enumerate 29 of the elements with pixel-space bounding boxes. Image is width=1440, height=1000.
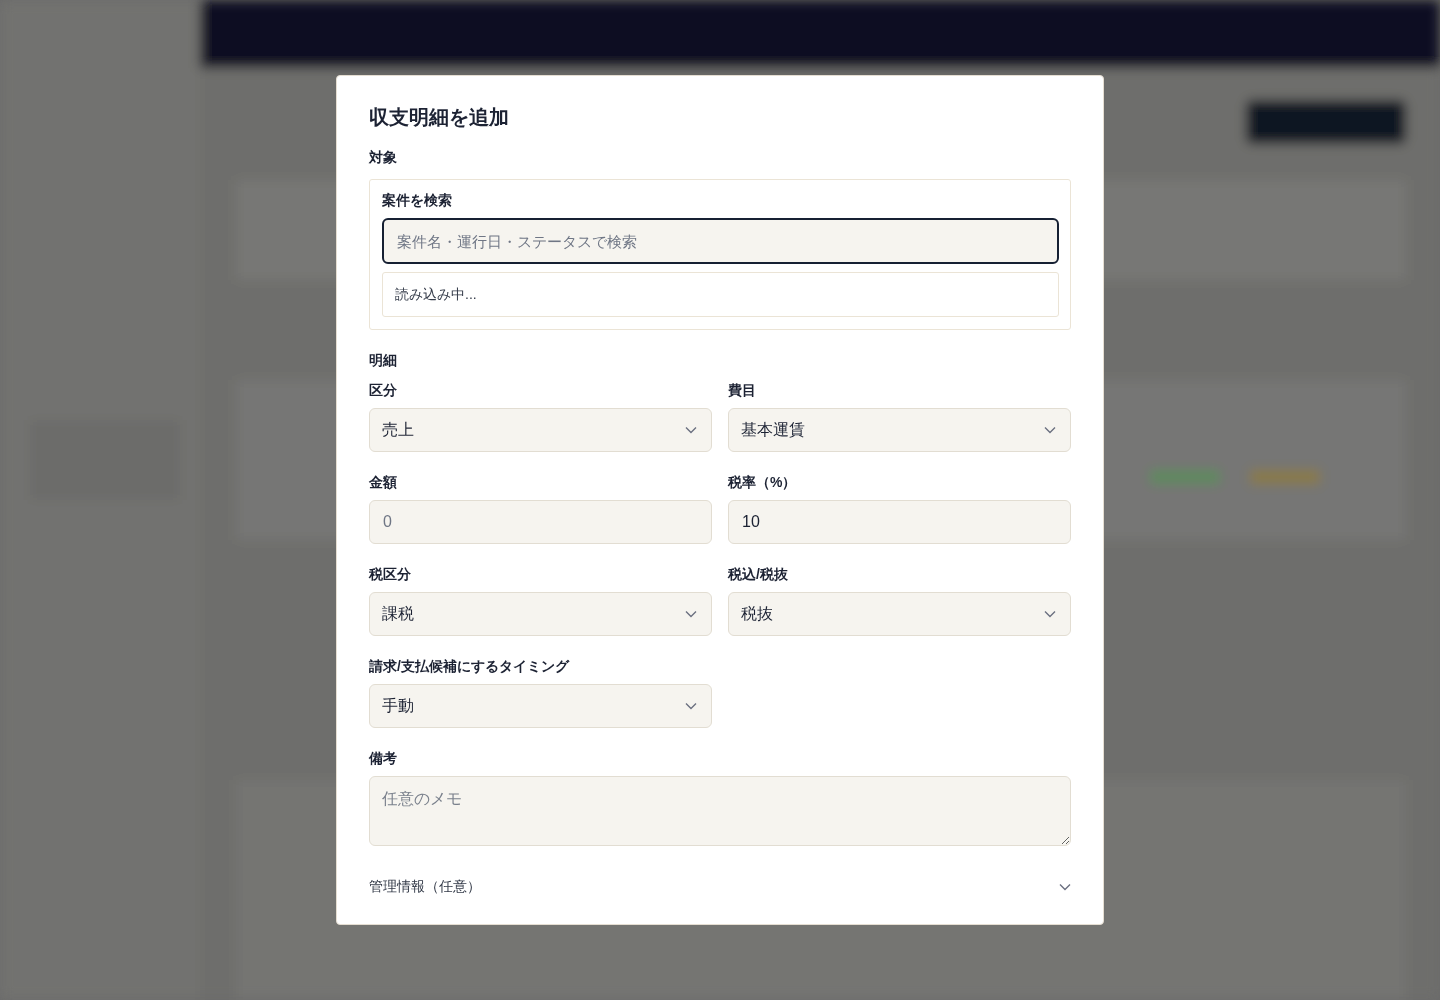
field-label: 案件を検索 — [382, 192, 452, 210]
select-field[interactable]: 課税 — [369, 592, 712, 636]
dialog-title: 収支明細を追加 — [369, 105, 510, 130]
field-label: 税区分 — [369, 566, 411, 584]
field-label: 金額 — [369, 474, 397, 492]
section-toggle[interactable]: 管理情報（任意） — [369, 878, 1071, 896]
field-label: 税込/税抜 — [728, 566, 788, 584]
select-field[interactable]: 税抜 — [728, 592, 1071, 636]
chevron-down-icon — [685, 426, 697, 434]
field-label: 請求/支払候補にするタイミング — [369, 658, 569, 676]
chevron-down-icon — [1044, 426, 1056, 434]
select-field[interactable]: 基本運賃 — [728, 408, 1071, 452]
search-field[interactable]: 案件名・運行日・ステータスで検索 — [382, 218, 1059, 264]
select-field[interactable]: 売上 — [369, 408, 712, 452]
input-field[interactable]: 0 — [369, 500, 712, 544]
chevron-down-icon — [685, 702, 697, 710]
field-label: 区分 — [369, 382, 397, 400]
field-label: 税率（%） — [728, 474, 797, 492]
chevron-down-icon — [1044, 610, 1056, 618]
section-heading: 明細 — [369, 352, 397, 370]
chevron-down-icon — [685, 610, 697, 618]
notes-field[interactable]: 任意のメモ — [369, 776, 1071, 846]
input-field[interactable]: 10 — [728, 500, 1071, 544]
field-label: 費目 — [728, 382, 756, 400]
select-field[interactable]: 手動 — [369, 684, 712, 728]
section-heading: 対象 — [369, 149, 397, 167]
field-label: 備考 — [369, 750, 397, 768]
chevron-down-icon — [1059, 883, 1071, 891]
loading-message: 読み込み中... — [395, 285, 477, 304]
